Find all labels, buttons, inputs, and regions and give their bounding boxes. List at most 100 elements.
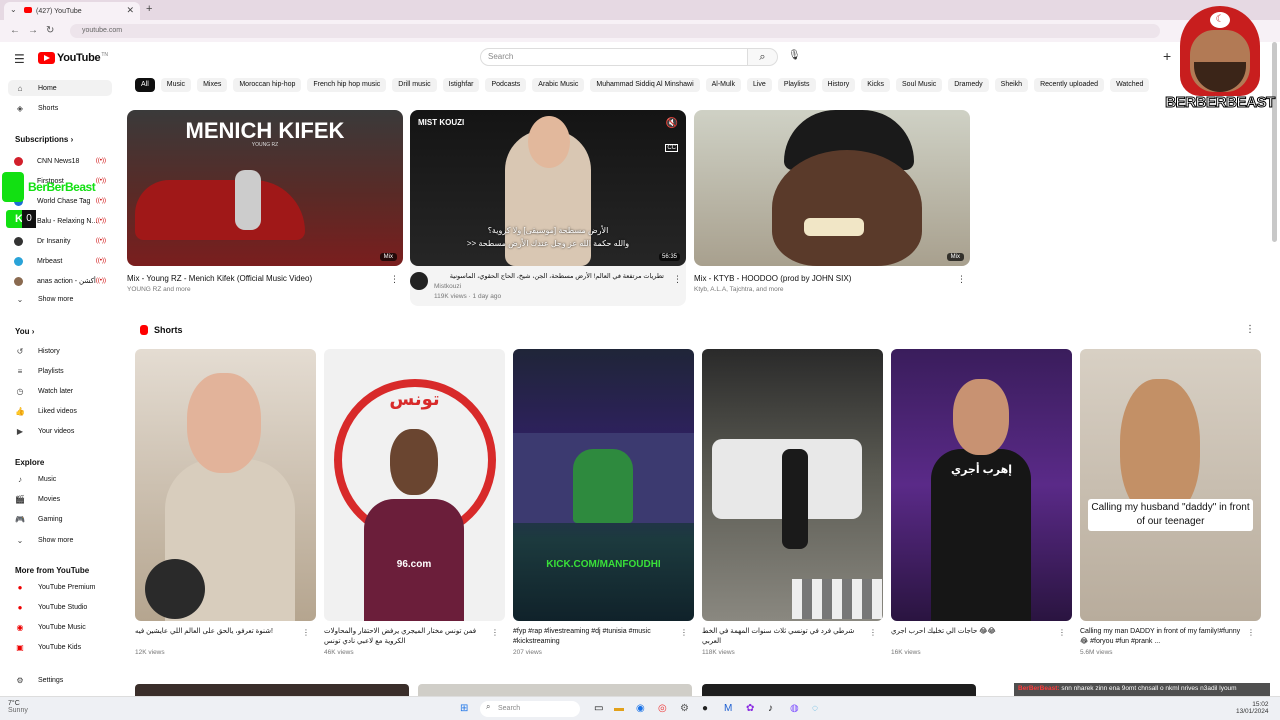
microphone-icon[interactable]: 🎙 (788, 50, 801, 61)
short-title[interactable]: #fyp #rap #livestreaming #dj #tunisia #m… (513, 627, 694, 647)
subscription-item[interactable]: anas action - أكشن ((•)) (8, 273, 112, 289)
chip[interactable]: Istighfar (442, 78, 480, 92)
chip[interactable]: Music (160, 78, 192, 92)
taskview-icon[interactable]: ▭ (594, 703, 603, 714)
menu-icon[interactable]: ☰ (14, 52, 25, 66)
app-m-icon[interactable]: M (724, 703, 732, 714)
chip[interactable]: Drill music (392, 78, 437, 92)
url-field[interactable]: youtube.com (70, 24, 1160, 38)
short-title[interactable]: شنوة تعرفو، يالحق على العالم اللي عايشين… (135, 627, 316, 647)
video-card[interactable]: MIST KOUZI الأرض مسطحة [موسيقى] ولا كروي… (410, 110, 686, 306)
app-icon[interactable]: ◍ (790, 703, 799, 714)
short-thumbnail[interactable]: تونس 96.com (324, 349, 505, 621)
search-input[interactable]: Search (480, 48, 748, 66)
video-meta[interactable]: YOUNG RZ and more (127, 286, 403, 293)
more-options-icon[interactable]: ⋮ (1058, 628, 1066, 637)
app-icon[interactable]: ◌ (812, 703, 818, 714)
chrome-icon[interactable]: ◎ (658, 703, 667, 714)
channel-avatar[interactable] (410, 272, 428, 290)
video-title[interactable]: Mix - Young RZ - Menich Kifek (Official … (127, 274, 403, 283)
short-card[interactable]: Calling my husband "daddy" in front of o… (1080, 349, 1261, 656)
sidebar-show-more[interactable]: ⌄ Show more (8, 291, 112, 307)
more-item[interactable]: ▣ YouTube Kids (8, 639, 112, 655)
short-title[interactable]: حاجات الي تخليك احرب اجري 😂😂 (891, 627, 1072, 647)
start-icon[interactable]: ⊞ (460, 703, 468, 714)
tiktok-icon[interactable]: ♪ (768, 703, 773, 714)
obs-icon[interactable]: ● (702, 703, 708, 714)
you-item[interactable]: ◷ Watch later (8, 383, 112, 399)
subscription-item[interactable]: CNN News18 ((•)) (8, 153, 112, 169)
short-thumbnail[interactable]: KICK.COM/MANFOUDHI (513, 349, 694, 621)
next-row-thumbnail[interactable] (135, 684, 409, 696)
sidebar-item-shorts[interactable]: ◈ Shorts (8, 100, 112, 116)
tab-menu-icon[interactable]: ⌄ (10, 5, 17, 14)
video-title[interactable]: Mix - KTYB - HOODOO (prod by JOHN SIX) (694, 274, 970, 283)
explore-item[interactable]: 🎬 Movies (8, 491, 112, 507)
short-thumbnail[interactable] (135, 349, 316, 621)
more-options-icon[interactable]: ⋮ (302, 628, 310, 637)
next-row-thumbnail[interactable] (418, 684, 692, 696)
chip[interactable]: Podcasts (485, 78, 527, 92)
more-options-icon[interactable]: ⋮ (680, 628, 688, 637)
short-card[interactable]: شنوة تعرفو، يالحق على العالم اللي عايشين… (135, 349, 316, 656)
explore-item[interactable]: ♪ Music (8, 471, 112, 487)
chip[interactable]: Mixes (197, 78, 228, 92)
you-item[interactable]: ≡ Playlists (8, 363, 112, 379)
chip[interactable]: Soul Music (896, 78, 943, 92)
reload-icon[interactable]: ↻ (46, 25, 54, 36)
sidebar-show-more-2[interactable]: ⌄ Show more (8, 532, 112, 548)
forward-icon[interactable]: → (28, 25, 38, 36)
chip[interactable]: Playlists (777, 78, 816, 92)
video-thumbnail[interactable]: MIST KOUZI الأرض مسطحة [موسيقى] ولا كروي… (410, 110, 686, 266)
youtube-logo[interactable]: YouTube TN (38, 52, 108, 64)
captions-icon[interactable]: CC (665, 144, 678, 152)
video-meta[interactable]: Ktyb, A.L.A, Tajchtra, and more (694, 286, 970, 293)
more-options-icon[interactable]: ⋮ (957, 274, 966, 285)
new-tab-icon[interactable]: + (146, 3, 152, 15)
short-thumbnail[interactable]: Calling my husband "daddy" in front of o… (1080, 349, 1261, 621)
chip[interactable]: Live (746, 78, 772, 92)
short-card[interactable]: إهرب أجري حاجات الي تخليك احرب اجري 😂😂 1… (891, 349, 1072, 656)
chip[interactable]: French hip hop music (307, 78, 387, 92)
chip[interactable]: Al-Mulk (705, 78, 741, 92)
short-card[interactable]: KICK.COM/MANFOUDHI #fyp #rap #livestream… (513, 349, 694, 656)
chip[interactable]: Watched (1110, 78, 1150, 92)
more-options-icon[interactable]: ⋮ (491, 628, 499, 637)
back-icon[interactable]: ← (10, 25, 20, 36)
short-card[interactable]: تونس 96.com فمن تونس مختار الميجري يرفض … (324, 349, 505, 656)
browser-tab[interactable]: ⌄ (427) YouTube ✕ (4, 2, 140, 20)
edge-icon[interactable]: ◉ (636, 703, 645, 714)
app-icon[interactable]: ✿ (746, 703, 754, 714)
next-row-thumbnail[interactable] (702, 684, 976, 696)
video-title[interactable]: تطريات مرتفعة في العالم! الأرض مسطحة، ال… (434, 272, 664, 280)
subscription-item[interactable]: Mrbeast ((•)) (8, 253, 112, 269)
chip[interactable]: Muhammad Siddiq Al Minshawi (590, 78, 700, 92)
explore-item[interactable]: 🎮 Gaming (8, 511, 112, 527)
chip[interactable]: Dramedy (948, 78, 989, 92)
video-thumbnail[interactable]: MENICH KIFEK YOUNG RZ Mix (127, 110, 403, 266)
short-title[interactable]: شرطي فرد في تونسي ثلاث سنوات المهمة في ا… (702, 627, 883, 647)
chip[interactable]: Recently uploaded (1034, 78, 1105, 92)
you-header[interactable]: You › (15, 327, 34, 336)
video-card[interactable]: MENICH KIFEK YOUNG RZ Mix Mix - Young RZ… (127, 110, 403, 293)
you-item[interactable]: 👍 Liked videos (8, 403, 112, 419)
chip[interactable]: Kicks (861, 78, 891, 92)
you-item[interactable]: ▶ Your videos (8, 423, 112, 439)
video-thumbnail[interactable]: Mix (694, 110, 970, 266)
more-options-icon[interactable]: ⋮ (1247, 628, 1255, 637)
more-options-icon[interactable]: ⋮ (1245, 324, 1255, 335)
more-item[interactable]: ● YouTube Premium (8, 579, 112, 595)
close-tab-icon[interactable]: ✕ (126, 5, 134, 16)
mute-icon[interactable]: 🔇 (666, 118, 678, 129)
you-item[interactable]: ↺ History (8, 343, 112, 359)
short-thumbnail[interactable] (702, 349, 883, 621)
short-card[interactable]: شرطي فرد في تونسي ثلاث سنوات المهمة في ا… (702, 349, 883, 656)
subscriptions-header[interactable]: Subscriptions › (15, 135, 73, 144)
taskbar-search[interactable]: Search (480, 701, 580, 717)
more-options-icon[interactable]: ⋮ (390, 274, 399, 285)
weather-widget[interactable]: 7°C Sunny (8, 700, 28, 714)
subscription-item[interactable]: Dr Insanity ((•)) (8, 233, 112, 249)
short-title[interactable]: Calling my man DADDY in front of my fami… (1080, 627, 1261, 647)
channel-name[interactable]: Mistkouzi (434, 283, 664, 290)
more-item[interactable]: ● YouTube Studio (8, 599, 112, 615)
